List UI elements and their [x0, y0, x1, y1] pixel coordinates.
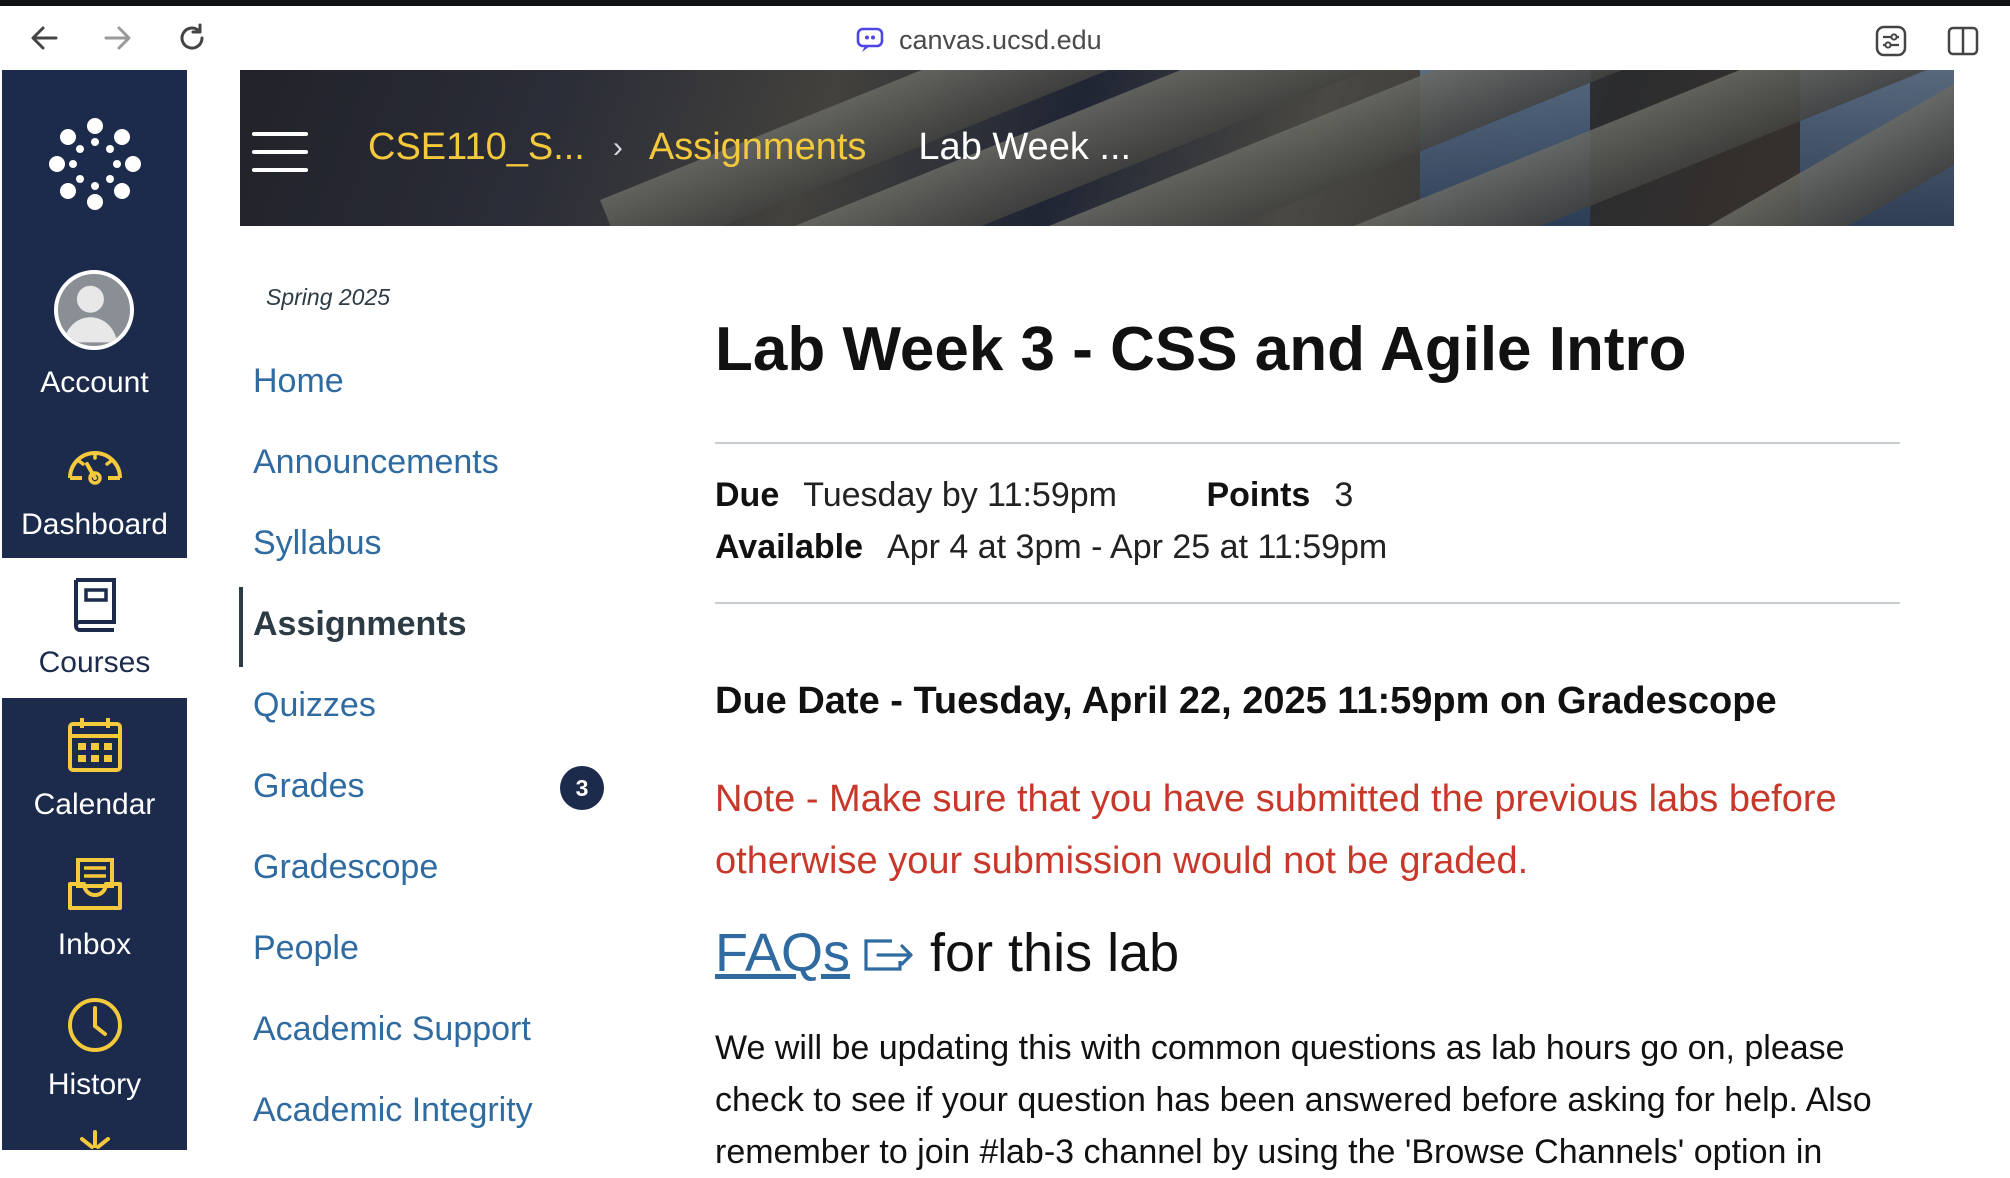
course-nav-gradescope[interactable]: Gradescope — [253, 848, 438, 887]
global-nav-label: Dashboard — [21, 508, 168, 541]
available-label: Available — [715, 528, 864, 566]
due-date-heading: Due Date - Tuesday, April 22, 2025 11:59… — [715, 680, 1777, 722]
divider — [715, 602, 1900, 604]
course-nav-quizzes[interactable]: Quizzes — [253, 686, 376, 725]
course-nav-syllabus[interactable]: Syllabus — [253, 524, 382, 563]
site-chat-icon — [856, 27, 884, 52]
course-header-banner: CSE110_S... › Assignments Lab Week ... — [240, 70, 1954, 226]
course-nav-announcements[interactable]: Announcements — [253, 443, 499, 482]
global-nav-courses[interactable]: Courses — [2, 558, 187, 698]
global-nav-inbox[interactable]: Inbox — [2, 840, 187, 980]
course-nav-academic-integrity[interactable]: Academic Integrity — [253, 1091, 533, 1130]
global-nav-history[interactable]: History — [2, 980, 187, 1120]
global-nav-dashboard[interactable]: Dashboard — [2, 420, 187, 560]
back-arrow-icon[interactable] — [26, 20, 62, 56]
course-nav-grades[interactable]: Grades — [253, 767, 365, 806]
course-menu-toggle-icon[interactable] — [252, 132, 308, 172]
breadcrumb-current: Lab Week ... — [918, 126, 1132, 168]
global-nav-label: History — [47, 1068, 142, 1101]
reload-icon[interactable] — [174, 20, 210, 56]
faq-link[interactable]: FAQs — [715, 922, 850, 984]
forward-arrow-icon[interactable] — [100, 20, 136, 56]
divider — [715, 442, 1900, 444]
submission-note: Note - Make sure that you have submitted… — [715, 778, 1837, 882]
help-icon[interactable] — [78, 1130, 112, 1150]
breadcrumb-course[interactable]: CSE110_S... — [368, 126, 585, 169]
global-nav-label: Inbox — [57, 928, 132, 961]
due-value: Tuesday by 11:59pm — [803, 476, 1117, 514]
due-row: Due Tuesday by 11:59pm Points 3 — [715, 476, 1353, 515]
dashboard-icon — [68, 451, 122, 485]
inbox-icon — [68, 858, 122, 910]
available-value: Apr 4 at 3pm - Apr 25 at 11:59pm — [887, 528, 1388, 566]
address-bar[interactable]: canvas.ucsd.edu — [855, 22, 1102, 58]
global-nav-label: Courses — [38, 646, 151, 679]
external-link-icon[interactable] — [860, 931, 916, 975]
browser-toolbar: canvas.ucsd.edu — [0, 0, 2010, 70]
page-settings-icon[interactable] — [1874, 24, 1908, 58]
grades-count-badge: 3 — [560, 766, 604, 810]
due-label: Due — [715, 476, 780, 514]
course-nav-academic-support[interactable]: Academic Support — [253, 1010, 531, 1049]
global-nav-account[interactable]: Account — [2, 270, 187, 418]
global-nav-calendar[interactable]: Calendar — [2, 700, 187, 840]
faq-heading: FAQs for this lab — [715, 922, 1179, 984]
calendar-icon — [68, 718, 122, 772]
page-title: Lab Week 3 - CSS and Agile Intro — [715, 315, 1687, 384]
points-label: Points — [1206, 476, 1311, 514]
term-label: Spring 2025 — [266, 284, 391, 310]
courses-icon — [74, 578, 116, 632]
avatar-icon — [54, 270, 134, 350]
active-indicator — [239, 587, 243, 667]
url-text: canvas.ucsd.edu — [899, 24, 1102, 55]
faq-description: We will be updating this with common que… — [715, 1029, 1872, 1171]
breadcrumb: CSE110_S... › Assignments Lab Week ... — [368, 126, 1131, 169]
global-nav-label: Calendar — [33, 788, 156, 821]
chevron-right-icon: › — [612, 130, 623, 164]
history-icon — [68, 998, 122, 1052]
course-nav-assignments[interactable]: Assignments — [253, 605, 467, 644]
global-nav-label: Account — [40, 366, 149, 399]
canvas-logo-icon[interactable] — [47, 116, 143, 212]
faq-suffix: for this lab — [930, 923, 1180, 983]
points-value: 3 — [1334, 476, 1354, 514]
sidebar-toggle-icon[interactable] — [1946, 24, 1980, 58]
course-nav-home[interactable]: Home — [253, 362, 344, 401]
breadcrumb-assignments[interactable]: Assignments — [649, 126, 867, 169]
global-navigation: Account Dashboard Courses Calendar Inbox… — [2, 70, 187, 1150]
availability-row: Available Apr 4 at 3pm - Apr 25 at 11:59p… — [715, 528, 1387, 567]
course-nav-people[interactable]: People — [253, 929, 359, 968]
